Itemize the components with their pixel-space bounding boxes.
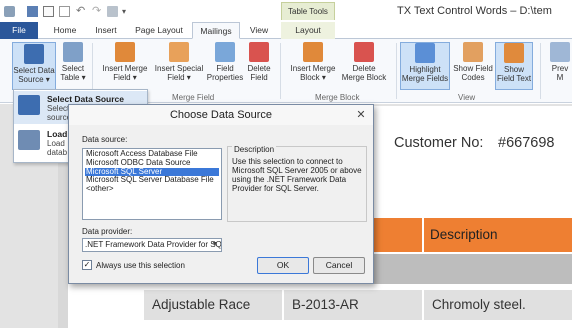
data-provider-label: Data provider:	[82, 227, 133, 236]
tab-mailings[interactable]: Mailings	[192, 22, 240, 39]
data-source-list[interactable]: Microsoft Access Database File Microsoft…	[82, 148, 222, 220]
merge-block-icon	[303, 42, 323, 62]
customize-toolbar-icon[interactable]: ▾	[122, 6, 133, 17]
redo-icon[interactable]: ↷	[92, 6, 103, 17]
cancel-button[interactable]: Cancel	[313, 257, 365, 274]
group-label-merge-block: Merge Block	[315, 93, 360, 102]
ok-button[interactable]: OK	[257, 257, 309, 274]
always-use-checkbox[interactable]: ✓	[82, 260, 92, 270]
app-logo-icon	[4, 6, 15, 17]
highlight-icon	[415, 43, 435, 63]
group-label-merge-field: Merge Field	[172, 93, 215, 102]
chevron-down-icon: ▼	[211, 241, 219, 248]
customer-number-value: #667698	[498, 135, 555, 151]
select-data-source-button[interactable]: Select Data Source ▾	[12, 42, 56, 90]
database-icon	[24, 44, 44, 64]
table-cell-description[interactable]: Chromoly steel.	[424, 290, 572, 320]
window-title: TX Text Control Words – D:\tem	[397, 5, 552, 17]
group-label-view: View	[458, 93, 476, 102]
insert-special-field-button[interactable]: Insert Special Field ▾	[152, 42, 206, 82]
list-item[interactable]: <other>	[85, 184, 219, 194]
dialog-title: Choose Data Source	[69, 105, 373, 125]
tab-file[interactable]: File	[0, 22, 38, 39]
merge-field-icon	[115, 42, 135, 62]
save-icon[interactable]	[27, 6, 38, 17]
insert-merge-block-button[interactable]: Insert Merge Block ▾	[286, 42, 340, 82]
field-text-icon	[504, 43, 524, 63]
field-properties-button[interactable]: Field Properties	[206, 42, 244, 82]
preview-button[interactable]: Prev M	[548, 42, 572, 82]
preview-icon	[550, 42, 570, 62]
insert-merge-field-button[interactable]: Insert Merge Field ▾	[98, 42, 152, 82]
show-field-text-button[interactable]: Show Field Text	[495, 42, 533, 90]
delete-field-icon	[249, 42, 269, 62]
close-icon[interactable]: ✕	[354, 108, 368, 122]
tab-view[interactable]: View	[244, 22, 274, 39]
new-document-icon[interactable]	[43, 6, 54, 17]
tab-layout[interactable]: Layout	[281, 22, 335, 39]
delete-merge-block-button[interactable]: Delete Merge Block	[338, 42, 390, 82]
choose-data-source-dialog: Choose Data Source ✕ Data source: Micros…	[68, 104, 374, 284]
tab-insert[interactable]: Insert	[88, 22, 124, 39]
table-cell-name[interactable]: Adjustable Race	[144, 290, 282, 320]
field-properties-icon	[215, 42, 235, 62]
description-group: Description Use this selection to connec…	[227, 145, 367, 222]
data-provider-select[interactable]: .NET Framework Data Provider for SQ ▼	[82, 238, 222, 252]
tab-home[interactable]: Home	[46, 22, 84, 39]
database-icon	[18, 95, 40, 115]
ribbon-separator	[540, 43, 541, 99]
print-icon[interactable]	[107, 6, 118, 17]
title-bar: ↶ ↷ ▾ Table Tools TX Text Control Words …	[0, 0, 572, 24]
ribbon-separator	[396, 43, 397, 99]
customer-number-label: Customer No:	[394, 135, 484, 151]
table-header-description: Description	[424, 218, 572, 252]
field-codes-icon	[463, 42, 483, 62]
table-icon	[63, 42, 83, 62]
special-field-icon	[169, 42, 189, 62]
delete-field-button[interactable]: Delete Field	[244, 42, 274, 82]
table-cell-code[interactable]: B-2013-AR	[284, 290, 422, 320]
description-text: Use this selection to connect to Microso…	[232, 157, 362, 193]
select-table-button[interactable]: Select Table ▾	[58, 42, 88, 82]
context-tab-table-tools: Table Tools	[281, 2, 335, 20]
demo-database-icon	[18, 130, 40, 150]
undo-icon[interactable]: ↶	[76, 6, 87, 17]
open-document-icon[interactable]	[59, 6, 70, 17]
always-use-label: Always use this selection	[96, 261, 185, 270]
show-field-codes-button[interactable]: Show Field Codes	[452, 42, 494, 82]
ribbon-tab-row: File Home Insert Page Layout Mailings Vi…	[0, 22, 572, 39]
tab-page-layout[interactable]: Page Layout	[130, 22, 188, 39]
description-title: Description	[232, 145, 277, 154]
delete-merge-block-icon	[354, 42, 374, 62]
data-source-label: Data source:	[82, 135, 128, 144]
ribbon-separator	[280, 43, 281, 99]
highlight-merge-fields-button[interactable]: Highlight Merge Fields	[400, 42, 450, 90]
